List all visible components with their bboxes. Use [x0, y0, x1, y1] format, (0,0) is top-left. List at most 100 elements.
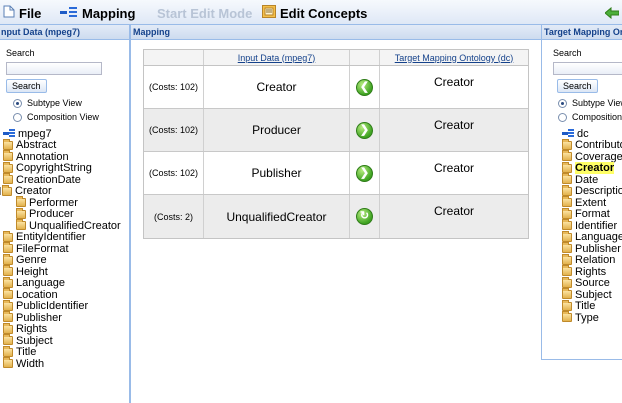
- input-column-header[interactable]: Input Data (mpeg7): [204, 50, 350, 65]
- tree-node-label: Location: [16, 288, 58, 301]
- tree-node[interactable]: Annotation: [3, 150, 121, 163]
- subtype-view-label: Subtype View: [27, 98, 82, 108]
- tree-node[interactable]: EntityIdentifier: [3, 230, 121, 243]
- subtype-view-radio[interactable]: Subtype View: [13, 98, 82, 108]
- subtype-view-radio[interactable]: Subtype View: [558, 98, 622, 108]
- folder-icon: [16, 196, 26, 208]
- folder-icon: [3, 138, 13, 150]
- tree-node[interactable]: Source: [562, 276, 622, 289]
- tree-node[interactable]: Subject: [3, 334, 121, 347]
- tree-node[interactable]: CopyrightString: [3, 161, 121, 174]
- tree-node[interactable]: Title: [562, 299, 622, 312]
- add-icon[interactable]: [605, 5, 619, 21]
- tree-node-label: Coverage: [575, 150, 622, 163]
- folder-icon: [3, 265, 13, 277]
- tree-node[interactable]: Rights: [3, 322, 121, 336]
- search-input[interactable]: [553, 62, 622, 75]
- mapping-icon: [60, 6, 78, 21]
- folder-icon: [562, 265, 572, 277]
- cost-cell: (Costs: 2): [144, 195, 204, 238]
- ontology-root-icon: [3, 129, 16, 139]
- tree-node-label: Title: [16, 346, 37, 359]
- folder-icon: [562, 253, 572, 265]
- target-concept-tree: dc Contributo Coverage Creator Date Descripti…: [562, 128, 622, 324]
- tree-node[interactable]: Abstract: [3, 138, 121, 152]
- input-panel-title: nput Data (mpeg7): [0, 25, 129, 40]
- tree-node[interactable]: Genre: [3, 253, 121, 266]
- swap-arrow-icon[interactable]: ↻: [356, 208, 373, 225]
- tree-node[interactable]: Identifier: [562, 219, 622, 232]
- folder-icon: [3, 299, 13, 311]
- tree-node[interactable]: FileFormat: [3, 242, 121, 255]
- collapse-toggle-icon[interactable]: −: [0, 187, 1, 196]
- folder-icon: [3, 242, 13, 254]
- tree-node[interactable]: Extent: [562, 196, 622, 209]
- composition-view-label: Composition V: [572, 112, 622, 122]
- input-concept-cell: Producer: [204, 109, 350, 151]
- folder-icon: [3, 253, 13, 265]
- tree-node[interactable]: Height: [3, 265, 121, 278]
- target-concept-cell: Creator: [433, 75, 474, 89]
- right-arrow-icon[interactable]: ❯: [356, 164, 373, 182]
- target-ontology-panel: Target Mapping Ont Search Search Subtype…: [541, 25, 622, 360]
- tree-node[interactable]: Relation: [562, 253, 622, 266]
- target-column-header[interactable]: Target Mapping Ontology (dc): [380, 50, 528, 65]
- composition-view-radio[interactable]: Composition View: [13, 112, 99, 122]
- tree-node-label: Abstract: [16, 139, 57, 152]
- search-button[interactable]: Search: [557, 79, 598, 93]
- composition-view-radio[interactable]: Composition V: [558, 112, 622, 122]
- file-menu[interactable]: File: [3, 5, 41, 21]
- tree-node[interactable]: Location: [3, 288, 121, 301]
- folder-icon: [562, 242, 572, 254]
- tree-node[interactable]: Date: [562, 173, 622, 186]
- tree-node[interactable]: Title: [3, 345, 121, 359]
- tree-node[interactable]: Descriptio: [562, 184, 622, 197]
- radio-selected: [13, 98, 22, 108]
- tree-node[interactable]: dc: [562, 128, 622, 140]
- tree-node[interactable]: Subject: [562, 288, 622, 301]
- left-arrow-icon[interactable]: ❮: [356, 78, 373, 96]
- edit-concepts-button[interactable]: Edit Concepts: [262, 5, 367, 21]
- tree-node[interactable]: Language: [3, 276, 121, 289]
- tree-node[interactable]: Format: [562, 207, 622, 221]
- folder-icon: [562, 299, 572, 311]
- tree-node[interactable]: Creator: [562, 161, 622, 175]
- tree-node-label: Publisher: [16, 311, 62, 324]
- search-label: Search: [6, 48, 35, 58]
- folder-icon: [562, 173, 572, 185]
- mapping-row: (Costs: 102) Producer ❯ Creator: [144, 109, 528, 152]
- target-concept-cell: Creator: [433, 161, 474, 175]
- tree-node[interactable]: Language: [562, 230, 622, 243]
- tree-node[interactable]: UnqualifiedCreator: [3, 219, 121, 232]
- tree-node[interactable]: Rights: [562, 265, 622, 278]
- arrow-cell: ❯: [350, 152, 380, 194]
- search-button[interactable]: Search: [6, 79, 47, 93]
- tree-node-label: Producer: [29, 208, 74, 221]
- cost-cell: (Costs: 102): [144, 109, 204, 151]
- folder-icon: [3, 173, 13, 185]
- tree-node-label: mpeg7: [18, 127, 52, 140]
- folder-icon: [562, 207, 572, 219]
- tree-node[interactable]: CreationDate: [3, 173, 121, 186]
- mapping-menu[interactable]: Mapping: [60, 5, 135, 21]
- tree-node-label: Format: [575, 208, 610, 221]
- tree-node-label: Rights: [16, 323, 48, 336]
- tree-node-label: Width: [16, 357, 45, 370]
- start-edit-mode-button[interactable]: Start Edit Mode: [157, 5, 252, 21]
- arrow-column-header: [350, 50, 380, 65]
- tree-node[interactable]: Contributo: [562, 138, 622, 151]
- tree-node[interactable]: Publisher: [562, 242, 622, 255]
- tree-node[interactable]: mpeg7: [3, 128, 121, 140]
- right-arrow-icon[interactable]: ❯: [356, 121, 373, 139]
- tree-node[interactable]: Type: [562, 311, 622, 324]
- mapping-row: (Costs: 102) Creator ❮ Creator: [144, 66, 528, 109]
- tree-node[interactable]: Coverage: [562, 150, 622, 163]
- input-concept-cell: Creator: [204, 66, 350, 108]
- folder-icon: [3, 276, 13, 288]
- tree-node[interactable]: PublicIdentifier: [3, 299, 121, 312]
- mapping-row: (Costs: 102) Publisher ❯ Creator: [144, 152, 528, 195]
- search-input[interactable]: [6, 62, 102, 75]
- tree-node[interactable]: Publisher: [3, 311, 121, 324]
- tree-node-label: Creator: [575, 162, 615, 175]
- tree-node[interactable]: Width: [3, 357, 121, 370]
